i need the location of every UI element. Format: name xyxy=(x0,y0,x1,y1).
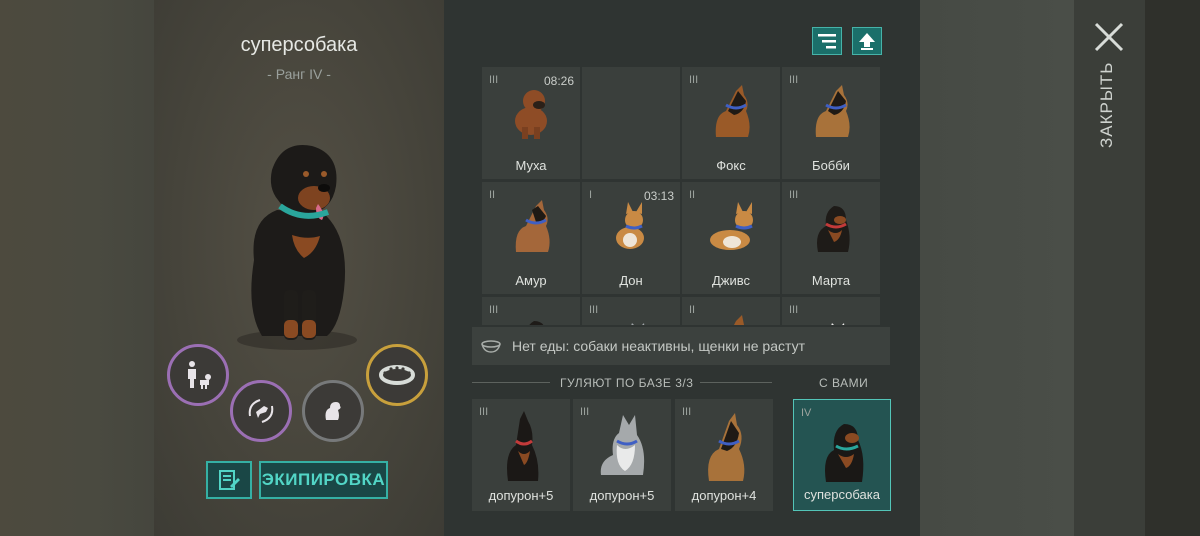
rank-label: II xyxy=(489,189,496,201)
background-left xyxy=(0,0,154,536)
kennel-grid[interactable]: III 08:26 Муха III Фокс III Бобби II Аму… xyxy=(480,67,882,325)
dog-portrait xyxy=(515,200,550,252)
equipment-button[interactable]: ЭКИПИРОВКА xyxy=(259,461,388,499)
rank-label: II xyxy=(689,189,696,201)
rank-label: III xyxy=(489,74,499,86)
dog-portrait xyxy=(734,315,744,325)
kennel-slot[interactable]: II Дживс xyxy=(682,182,780,294)
rank-label: III xyxy=(589,304,599,316)
no-food-text: Нет еды: собаки неактивны, щенки не раст… xyxy=(512,338,805,354)
dog-portrait xyxy=(825,424,864,482)
companion-dog-slot[interactable]: IV суперсобака xyxy=(793,399,891,511)
background-far-right xyxy=(1145,0,1200,536)
upload-button[interactable] xyxy=(852,27,882,55)
kennel-slot[interactable]: III xyxy=(782,297,880,325)
owner-dog-icon xyxy=(188,361,211,389)
kennel-slot[interactable]: III xyxy=(582,297,680,325)
dog-portrait xyxy=(708,413,745,481)
rank-label: II xyxy=(689,304,696,316)
dog-name-title: суперсобака xyxy=(240,34,358,56)
kennel-slot[interactable]: III Фокс xyxy=(682,67,780,179)
roaming-base-label: ГУЛЯЮТ ПО БАЗЕ 3/3 xyxy=(560,376,694,390)
dog-portrait xyxy=(600,415,645,475)
dog-name: допурон+4 xyxy=(691,488,757,503)
notes-icon xyxy=(219,470,240,490)
dog-name: Фокс xyxy=(716,158,746,173)
divider xyxy=(700,382,772,383)
dog-portrait xyxy=(507,411,539,481)
rank-label: III xyxy=(789,189,799,201)
dog-portrait xyxy=(715,85,750,137)
kennel-slot[interactable]: III xyxy=(482,297,580,325)
dog-portrait xyxy=(631,323,645,325)
rank-label: IV xyxy=(801,407,812,419)
dog-rank-label: - Ранг IV - xyxy=(267,66,331,82)
rank-label: III xyxy=(789,74,799,86)
sort-button[interactable] xyxy=(812,27,842,55)
rank-label: III xyxy=(682,406,692,418)
sort-filter-icon xyxy=(818,34,836,49)
puppy-icon xyxy=(325,402,341,420)
close-label[interactable]: ЗАКРЫТЬ xyxy=(1097,62,1121,148)
kennel-slot[interactable]: III 08:26 Муха xyxy=(482,67,580,179)
notes-button[interactable] xyxy=(206,461,252,499)
dog-portrait xyxy=(817,206,850,252)
collar-slot-button[interactable] xyxy=(366,344,428,406)
dog-portrait xyxy=(831,323,845,325)
dog-name: суперсобака xyxy=(804,487,880,502)
fetch-training-button[interactable] xyxy=(230,380,292,442)
with-you-label: С ВАМИ xyxy=(819,376,869,390)
rank-label: III xyxy=(689,74,699,86)
hero-dog-image xyxy=(237,145,357,350)
kennel-slot[interactable]: II xyxy=(682,297,780,325)
rank-label: I xyxy=(589,189,593,201)
base-dog-slot[interactable]: III допурон+4 xyxy=(675,399,773,511)
dog-portrait xyxy=(529,321,544,325)
no-food-notice: Нет еды: собаки неактивны, щенки не раст… xyxy=(472,327,890,365)
kennel-slot[interactable]: II Амур xyxy=(482,182,580,294)
fetch-training-icon xyxy=(248,399,274,423)
dog-name: Бобби xyxy=(812,158,850,173)
dog-portrait xyxy=(815,85,850,137)
kennel-slot[interactable]: I 03:13 Дон xyxy=(582,182,680,294)
rank-label: III xyxy=(789,304,799,316)
kennel-slot[interactable]: III Бобби xyxy=(782,67,880,179)
owner-dog-button[interactable] xyxy=(167,344,229,406)
food-bowl-icon xyxy=(481,340,501,353)
divider xyxy=(472,382,550,383)
background-right xyxy=(920,0,1074,536)
rank-label: III xyxy=(489,304,499,316)
dog-name: допурон+5 xyxy=(488,488,554,503)
close-icon[interactable] xyxy=(1092,20,1126,54)
spiked-collar-icon xyxy=(379,365,415,385)
dog-name: Муха xyxy=(515,158,547,173)
dog-name: Дживс xyxy=(711,273,751,288)
dog-portrait xyxy=(710,202,753,250)
dog-name: Марта xyxy=(811,273,851,288)
kennel-slot-empty[interactable] xyxy=(582,67,680,179)
dog-portrait xyxy=(515,90,547,139)
rank-label: III xyxy=(580,406,590,418)
rank-label: III xyxy=(479,406,489,418)
base-dog-slot[interactable]: III допурон+5 xyxy=(573,399,671,511)
upload-arrow-icon xyxy=(859,33,875,50)
base-dog-slot[interactable]: III допурон+5 xyxy=(472,399,570,511)
dog-name: Амур xyxy=(515,273,547,288)
dog-name: допурон+5 xyxy=(589,488,655,503)
puppy-button[interactable] xyxy=(302,380,364,442)
dog-name: Дон xyxy=(619,273,643,288)
dog-portrait xyxy=(616,202,644,249)
kennel-slot[interactable]: III Марта xyxy=(782,182,880,294)
